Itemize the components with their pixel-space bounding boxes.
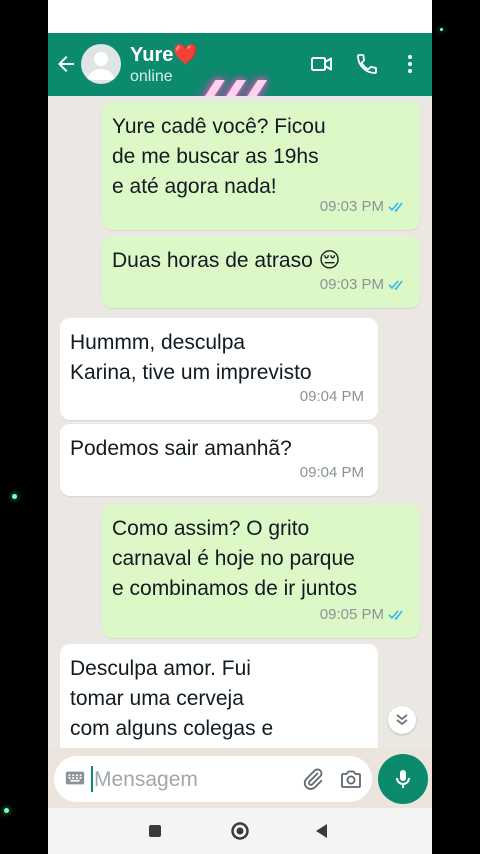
message-text: Hummm, desculpa Karina, tive um imprevis… — [70, 331, 312, 384]
message-bubble-outgoing[interactable]: Como assim? O grito carnaval é hoje no p… — [102, 504, 420, 638]
system-navigation-bar — [48, 808, 432, 854]
message-meta: 09:03 PM — [320, 192, 406, 222]
message-bubble-incoming[interactable]: Desculpa amor. Fui tomar uma cerveja com… — [60, 644, 378, 748]
message-meta: 09:03 PM — [320, 270, 406, 300]
back-triangle-icon[interactable] — [312, 821, 332, 841]
read-ticks-icon — [388, 280, 403, 291]
message-text: Como assim? O grito carnaval é hoje no p… — [112, 517, 358, 600]
avatar[interactable] — [81, 44, 121, 84]
message-text: Desculpa amor. Fui tomar uma cerveja com… — [70, 657, 281, 748]
voice-call-icon[interactable] — [355, 52, 379, 76]
message-bubble-incoming[interactable]: Podemos sair amanhã? 09:04 PM — [60, 424, 378, 496]
recents-icon[interactable] — [145, 821, 165, 841]
home-icon[interactable] — [230, 821, 250, 841]
more-options-icon[interactable] — [398, 52, 422, 76]
message-text: Yure cadê você? Ficou de me buscar as 19… — [112, 115, 326, 198]
read-ticks-icon — [388, 610, 403, 621]
message-bubble-outgoing[interactable]: Yure cadê você? Ficou de me buscar as 19… — [102, 102, 420, 230]
message-bubble-outgoing[interactable]: Duas horas de atraso 😔 09:03 PM — [102, 236, 420, 308]
microphone-icon — [396, 770, 410, 788]
sparkle-dot — [440, 28, 443, 31]
keyboard-icon[interactable] — [64, 767, 86, 789]
scroll-to-bottom-button[interactable] — [388, 706, 416, 734]
video-call-icon[interactable] — [310, 52, 334, 76]
message-meta: 09:04 PM — [300, 382, 364, 412]
back-arrow-icon[interactable] — [54, 52, 78, 76]
message-time: 09:04 PM — [299, 464, 364, 481]
phone-screen: Yure❤️ online ❮❮❮ Yure cadê você? Ficou … — [48, 0, 432, 854]
contact-name[interactable]: Yure❤️ — [130, 42, 198, 67]
message-time: 09:03 PM — [319, 198, 384, 215]
attach-icon[interactable] — [302, 767, 326, 791]
camera-icon[interactable] — [339, 767, 363, 791]
message-meta: 09:05 PM — [320, 600, 406, 630]
chat-header: Yure❤️ online ❮❮❮ — [48, 33, 432, 121]
message-time: 09:03 PM — [319, 276, 384, 293]
message-list[interactable]: Yure cadê você? Ficou de me buscar as 19… — [48, 96, 432, 748]
default-avatar-icon — [87, 52, 115, 80]
message-time: 09:04 PM — [299, 388, 364, 405]
message-input[interactable] — [92, 756, 296, 804]
sparkle-dot — [12, 494, 17, 499]
message-bubble-incoming[interactable]: Hummm, desculpa Karina, tive um imprevis… — [60, 318, 378, 420]
message-composer — [54, 756, 372, 804]
double-chevron-down-icon — [396, 714, 408, 726]
contact-status: online — [130, 68, 173, 85]
voice-message-button[interactable] — [378, 754, 428, 804]
message-time: 09:05 PM — [319, 606, 384, 623]
sparkle-dot — [4, 808, 9, 813]
status-bar — [48, 0, 432, 33]
read-ticks-icon — [388, 202, 403, 213]
message-meta: 09:04 PM — [300, 458, 364, 488]
